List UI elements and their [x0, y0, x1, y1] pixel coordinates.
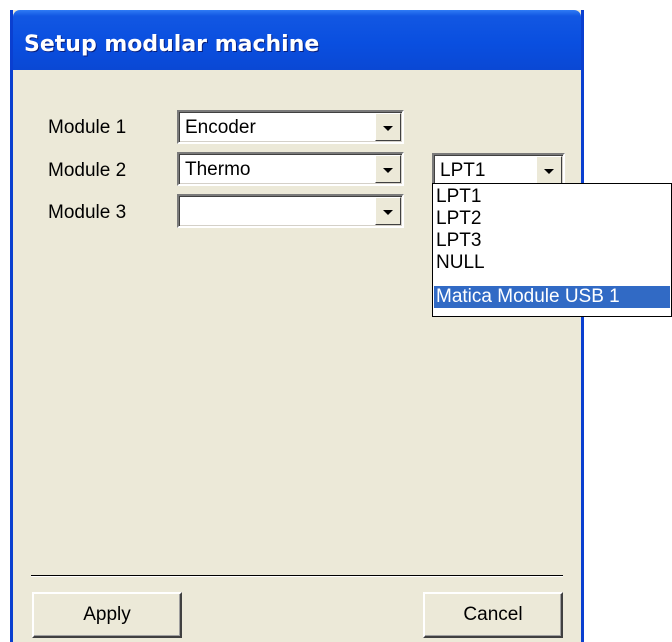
apply-button[interactable]: Apply	[32, 592, 182, 638]
module-2-value: Thermo	[185, 159, 251, 180]
title-bar[interactable]: Setup modular machine	[13, 10, 581, 70]
port-dropdown-button[interactable]	[536, 156, 562, 184]
separator-line	[31, 575, 563, 577]
chevron-down-icon	[383, 126, 393, 131]
chevron-down-icon	[544, 169, 554, 174]
module-1-dropdown-button[interactable]	[375, 113, 401, 141]
module-3-dropdown-button[interactable]	[375, 197, 401, 225]
module-2-label: Module 2	[48, 160, 127, 181]
module-3-label: Module 3	[48, 202, 127, 223]
module-1-value: Encoder	[185, 117, 256, 138]
setup-dialog: Setup modular machine Module 1 Module 2 …	[10, 10, 584, 642]
port-option-matica-usb-1[interactable]: Matica Module USB 1	[434, 286, 670, 308]
module-2-dropdown-button[interactable]	[375, 155, 401, 183]
cancel-button[interactable]: Cancel	[423, 592, 563, 638]
chevron-down-icon	[383, 168, 393, 173]
module-1-label: Module 1	[48, 117, 127, 138]
module-2-select[interactable]: Thermo	[177, 152, 404, 186]
module-1-select[interactable]: Encoder	[177, 110, 404, 144]
port-value: LPT1	[440, 160, 486, 181]
port-option-null[interactable]: NULL	[434, 252, 670, 274]
port-select[interactable]: LPT1	[432, 153, 565, 187]
chevron-down-icon	[383, 210, 393, 215]
port-option-lpt2[interactable]: LPT2	[434, 208, 670, 230]
module-3-select[interactable]	[177, 194, 404, 228]
port-dropdown-list[interactable]: LPT1 LPT2 LPT3 NULL Matica Module USB 1	[432, 183, 672, 317]
port-option-lpt3[interactable]: LPT3	[434, 230, 670, 252]
window-title: Setup modular machine	[24, 32, 320, 57]
port-option-lpt1[interactable]: LPT1	[434, 186, 670, 208]
